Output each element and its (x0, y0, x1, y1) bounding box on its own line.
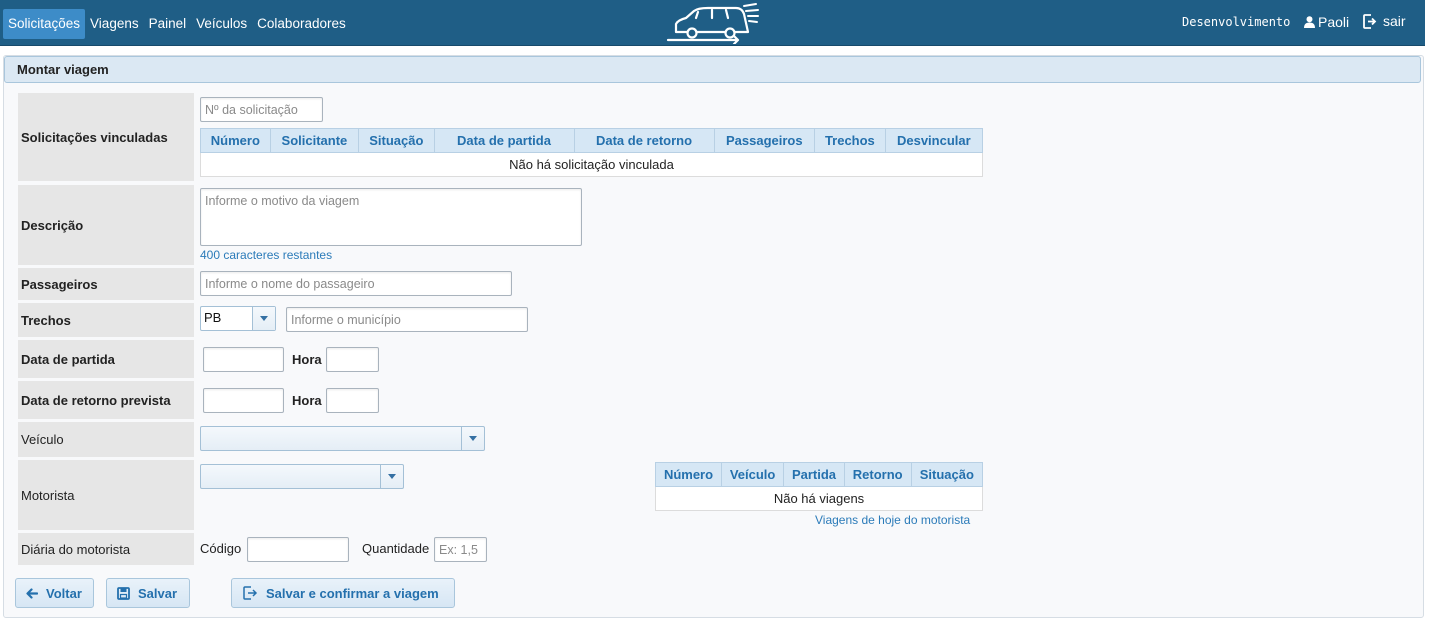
column-header[interactable]: Trechos (814, 128, 886, 153)
empty-row: Não há solicitação vinculada (200, 152, 983, 177)
empty-row: Não há viagens (655, 486, 983, 511)
solicitacoes-label: Solicitações vinculadas (18, 93, 194, 181)
column-header[interactable]: Número (655, 462, 722, 487)
voltar-button[interactable]: Voltar (15, 578, 94, 608)
sign-out-icon (1363, 13, 1377, 29)
main-nav: Solicitações Viagens Painel Veículos Col… (3, 9, 351, 39)
diaria-label: Diária do motorista (18, 533, 194, 565)
retorno-time-input[interactable] (326, 388, 379, 413)
trechos-label: Trechos (18, 303, 194, 337)
salvar-confirmar-button[interactable]: Salvar e confirmar a viagem (231, 578, 455, 608)
motorista-select[interactable] (200, 464, 404, 489)
logout-button[interactable]: sair (1363, 13, 1406, 29)
quantidade-label: Quantidade (362, 541, 430, 556)
column-header[interactable]: Número (200, 128, 271, 153)
salvar-button[interactable]: Salvar (106, 578, 190, 608)
logout-label: sair (1383, 13, 1406, 29)
chevron-down-icon[interactable] (380, 465, 403, 488)
motorista-label: Motorista (18, 460, 194, 530)
chevron-down-icon[interactable] (461, 427, 484, 450)
column-header[interactable]: Data de retorno (573, 128, 715, 153)
nav-item-painel[interactable]: Painel (144, 9, 192, 39)
car-logo-icon[interactable] (664, 2, 760, 44)
viagens-hoje-link[interactable]: Viagens de hoje do motorista (815, 513, 970, 527)
floppy-disk-icon (117, 586, 130, 600)
salvar-label: Salvar (138, 585, 178, 601)
char-counter: 400 caracteres restantes (200, 248, 333, 262)
column-header[interactable]: Partida (783, 462, 845, 487)
veiculo-label: Veículo (18, 422, 194, 457)
column-header[interactable]: Retorno (843, 462, 912, 487)
descricao-textarea[interactable] (200, 188, 582, 246)
retorno-date-input[interactable] (203, 388, 284, 413)
descricao-label: Descrição (18, 185, 194, 265)
partida-hora-label: Hora (292, 352, 322, 367)
solicitacao-number-input[interactable] (200, 97, 323, 122)
arrow-left-icon (26, 587, 38, 599)
passageiros-label: Passageiros (18, 268, 194, 300)
nav-item-solicitacoes[interactable]: Solicitações (3, 9, 86, 39)
retorno-hora-label: Hora (292, 393, 322, 408)
column-header[interactable]: Data de partida (433, 128, 575, 153)
top-navbar: Solicitações Viagens Painel Veículos Col… (0, 0, 1425, 46)
codigo-input[interactable] (247, 537, 349, 562)
column-header[interactable]: Passageiros (713, 128, 816, 153)
nav-item-colaboradores[interactable]: Colaboradores (252, 9, 351, 39)
voltar-label: Voltar (46, 585, 82, 601)
column-header[interactable]: Veículo (720, 462, 785, 487)
sign-out-icon (243, 586, 258, 600)
column-header[interactable]: Situação (910, 462, 984, 487)
partida-time-input[interactable] (326, 347, 379, 372)
solicitacoes-table: Número Solicitante Situação Data de part… (200, 128, 984, 177)
uf-value: PB (204, 310, 222, 325)
salvar-confirmar-label: Salvar e confirmar a viagem (266, 585, 439, 601)
panel-title: Montar viagem (4, 56, 1421, 83)
column-header[interactable]: Solicitante (269, 128, 360, 153)
partida-label: Data de partida (18, 340, 194, 378)
viagens-table: Número Veículo Partida Retorno Situação … (655, 462, 984, 511)
municipio-input[interactable] (286, 307, 528, 332)
user-name: Paoli (1318, 14, 1350, 30)
codigo-label: Código (200, 541, 242, 556)
user-icon (1304, 16, 1315, 28)
column-header[interactable]: Situação (358, 128, 435, 153)
passageiro-input[interactable] (200, 271, 512, 296)
user-menu[interactable]: Paoli (1304, 14, 1349, 30)
nav-item-viagens[interactable]: Viagens (85, 9, 144, 39)
veiculo-select[interactable] (200, 426, 485, 451)
nav-item-veiculos[interactable]: Veículos (191, 9, 252, 39)
uf-select[interactable]: PB (200, 306, 276, 331)
quantidade-input[interactable] (434, 537, 487, 562)
partida-date-input[interactable] (203, 347, 284, 372)
chevron-down-icon[interactable] (252, 307, 275, 330)
retorno-label: Data de retorno prevista (18, 381, 194, 419)
column-header[interactable]: Desvincular (884, 128, 984, 153)
environment-label: Desenvolvimento (1182, 15, 1291, 29)
